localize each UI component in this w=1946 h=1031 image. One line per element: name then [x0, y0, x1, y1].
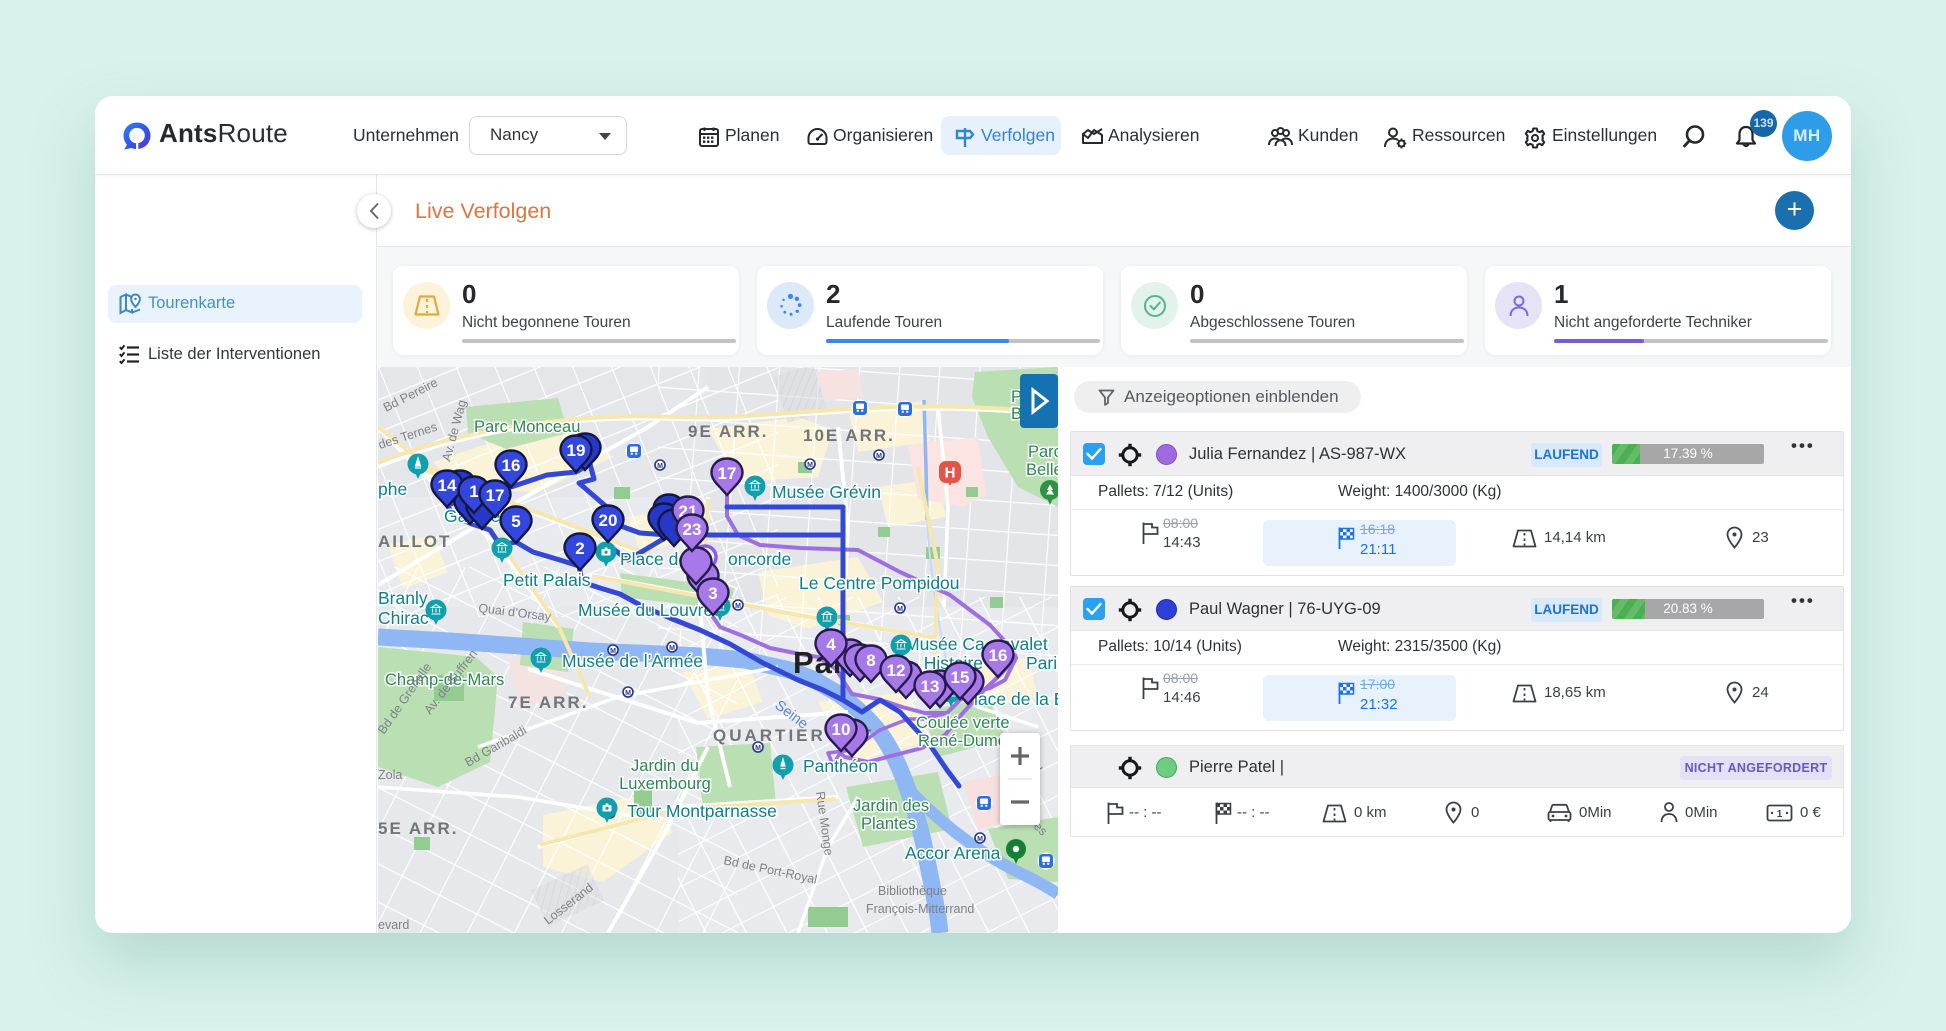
svg-text:17: 17 [486, 486, 505, 505]
svg-text:12: 12 [887, 661, 906, 680]
svg-text:Coulée verte: Coulée verte [916, 714, 1010, 732]
svg-text:Plantes: Plantes [861, 815, 916, 833]
svg-text:Luxembourg: Luxembourg [619, 775, 711, 793]
svg-text:23: 23 [683, 520, 702, 539]
svg-text:8: 8 [866, 651, 875, 670]
svg-text:AILLOT: AILLOT [378, 532, 451, 551]
svg-text:Le Centre Pompidou: Le Centre Pompidou [799, 573, 960, 593]
svg-text:1: 1 [1777, 809, 1783, 820]
svg-text:13: 13 [921, 677, 940, 696]
svg-text:Parc Monceau: Parc Monceau [474, 418, 580, 436]
svg-text:Musée Grévin: Musée Grévin [772, 482, 881, 502]
svg-text:lace de la B: lace de la B [974, 689, 1058, 709]
svg-text:2: 2 [575, 539, 584, 558]
svg-text:Parc: Parc [1028, 443, 1058, 461]
svg-text:14: 14 [438, 476, 457, 495]
svg-text:15: 15 [951, 668, 970, 687]
svg-text:17: 17 [718, 464, 737, 483]
svg-text:Accor Arena: Accor Arena [905, 843, 1001, 863]
svg-text:oncorde: oncorde [728, 549, 791, 569]
svg-text:4: 4 [826, 635, 836, 654]
svg-text:Musée du Louvre: Musée du Louvre [578, 600, 713, 620]
svg-text:phe: phe [378, 479, 407, 499]
svg-text:Place de: Place de [620, 549, 688, 569]
svg-text:5: 5 [511, 512, 520, 531]
svg-text:16: 16 [989, 646, 1008, 665]
svg-text:Paris: Paris [1026, 653, 1058, 673]
svg-text:Jardin des: Jardin des [853, 797, 929, 815]
svg-text:10: 10 [832, 720, 851, 739]
svg-text:Musée de l’Armée: Musée de l’Armée [562, 651, 703, 671]
svg-text:Panthéon: Panthéon [803, 756, 878, 776]
svg-text:10E ARR.: 10E ARR. [803, 426, 895, 445]
svg-text:evard: evard [378, 918, 409, 932]
svg-text:H: H [945, 465, 956, 482]
svg-text:Chirac: Chirac [378, 608, 429, 628]
svg-text:François-Mitterrand: François-Mitterrand [866, 902, 974, 916]
svg-text:Belle: Belle [1026, 461, 1058, 479]
svg-text:Bibliothèque: Bibliothèque [878, 884, 947, 898]
svg-text:Branly: Branly [378, 588, 428, 608]
svg-text:16: 16 [502, 456, 521, 475]
svg-text:Petit Palais: Petit Palais [503, 570, 591, 590]
svg-text:19: 19 [567, 441, 586, 460]
svg-text:Musée Ca: Musée Ca [905, 634, 985, 654]
svg-text:7E ARR.: 7E ARR. [508, 693, 588, 712]
svg-text:9E ARR.: 9E ARR. [688, 422, 768, 441]
svg-text:1: 1 [469, 482, 478, 501]
svg-text:Zola: Zola [378, 768, 402, 782]
svg-text:Tour Montparnasse: Tour Montparnasse [627, 801, 777, 821]
svg-text:René-Dumo: René-Dumo [918, 732, 1007, 750]
svg-text:Jardin du: Jardin du [631, 757, 699, 775]
svg-text:5E ARR.: 5E ARR. [378, 819, 458, 838]
svg-text:20: 20 [599, 511, 618, 530]
svg-text:3: 3 [708, 584, 717, 603]
